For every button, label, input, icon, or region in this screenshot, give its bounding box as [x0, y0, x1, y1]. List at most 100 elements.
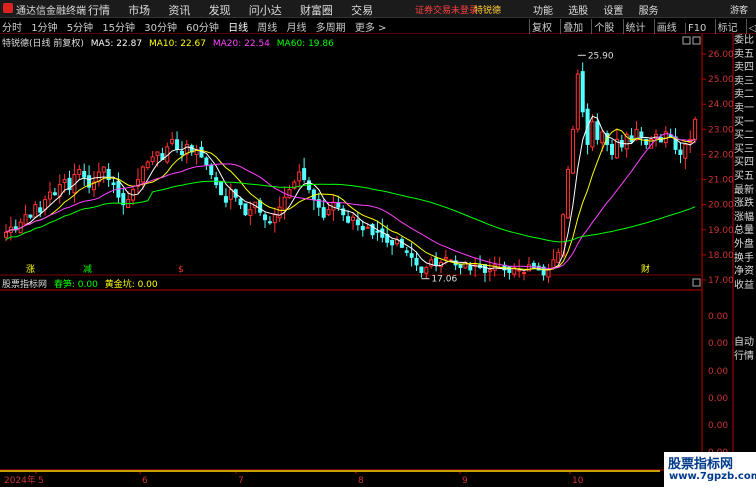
candle-body	[209, 165, 214, 176]
candle-body	[43, 199, 48, 210]
side-sell4: 卖四	[734, 62, 754, 74]
side-buy2: 买二	[734, 130, 754, 142]
candle-body	[111, 182, 116, 186]
quote-side-panel-2: 自动 行情	[734, 336, 756, 364]
indicator-tick-label: 0.00	[708, 312, 728, 322]
side-sell5: 卖五	[734, 48, 754, 60]
candle-body	[47, 191, 53, 200]
ma60-value: MA60: 19.86	[276, 39, 334, 49]
candle-body	[145, 161, 150, 169]
settings-icon	[692, 36, 701, 45]
chunsun-value: 春笋: 0.00	[53, 280, 98, 290]
price-tick-label: 20.00	[708, 201, 734, 211]
side-sell1: 卖一	[734, 102, 754, 114]
event-marker: $	[178, 265, 184, 275]
date-label: 9	[462, 476, 468, 486]
candle-body	[243, 203, 248, 216]
candle-body	[365, 226, 370, 229]
ma10-value: MA10: 22.67	[148, 39, 206, 49]
side-buy4: 买四	[734, 157, 754, 169]
price-tick-label: 22.00	[708, 150, 734, 160]
candle-body	[482, 264, 487, 273]
candle-body	[277, 206, 282, 219]
indicator-tick-label: 0.00	[708, 339, 728, 349]
candle-body	[179, 150, 184, 155]
candle-body	[639, 131, 644, 138]
side-turnover: 换手	[734, 252, 754, 264]
candle-body	[272, 214, 277, 224]
candle-body	[375, 230, 380, 233]
candle-body	[570, 128, 575, 174]
candle-body	[575, 73, 580, 130]
side-latest: 最新	[734, 184, 754, 196]
price-tick-label: 19.00	[708, 226, 734, 236]
side-change-pct: 涨幅	[734, 211, 754, 223]
candle-body	[693, 118, 698, 141]
price-tick-label: 25.00	[708, 75, 734, 85]
event-marker: 减	[83, 263, 92, 275]
candle-body	[551, 259, 556, 268]
side-buy1: 买一	[734, 116, 754, 128]
candle-body	[443, 256, 448, 260]
candle-body	[424, 266, 429, 274]
candle-body	[683, 143, 688, 159]
candle-body	[228, 189, 233, 200]
candle-body	[346, 216, 351, 223]
indicator-name[interactable]: 股票指标网	[2, 280, 47, 290]
candle-body	[321, 207, 326, 218]
site-watermark: 股票指标网 www.7gpzb.com	[664, 452, 756, 487]
indicator-settings-icon	[692, 278, 701, 287]
date-label: 2024年	[4, 474, 36, 486]
candle-body	[360, 225, 365, 231]
candle-body	[258, 200, 263, 213]
indicator-tick-label: 0.00	[708, 394, 728, 404]
candle-body	[600, 131, 605, 144]
candle-body	[282, 196, 287, 212]
candle-body	[248, 209, 253, 216]
candle-body	[546, 269, 551, 278]
candle-body	[28, 214, 33, 218]
candle-body	[678, 149, 683, 155]
candle-body	[595, 121, 600, 140]
side-sell3: 卖三	[734, 75, 754, 87]
candle-body	[287, 189, 292, 199]
candle-body	[101, 166, 106, 173]
candle-body	[267, 221, 272, 224]
date-label: 5	[38, 476, 44, 486]
candle-body	[390, 239, 395, 246]
candle-body	[590, 121, 595, 148]
candle-body	[150, 156, 155, 163]
candle-body	[302, 168, 307, 181]
side-volume: 总量	[734, 225, 754, 237]
event-marker: 财	[641, 263, 650, 275]
candle-body	[170, 138, 175, 144]
price-tick-label: 17.00	[708, 276, 734, 286]
candle-body	[409, 253, 414, 258]
price-tick-label: 26.00	[708, 50, 734, 60]
date-label: 10	[572, 476, 584, 486]
date-label: 7	[238, 476, 244, 486]
candle-body	[487, 269, 492, 273]
candle-body	[155, 151, 160, 157]
candle-body	[3, 231, 9, 238]
candle-body	[414, 257, 419, 266]
candle-body	[458, 263, 463, 268]
candle-body	[580, 71, 585, 113]
candle-body	[62, 179, 67, 183]
kline-chart[interactable]: 26.00 25.00 24.00 23.00 22.00 21.00 20.00 19.00…	[0, 0, 756, 487]
date-label: 6	[142, 476, 148, 486]
price-tick-label: 24.00	[708, 100, 734, 110]
ma20-line	[5, 133, 696, 270]
huangjinkang-value: 黄金坑: 0.00	[104, 280, 158, 290]
side-hangqing[interactable]: 行情	[734, 350, 756, 364]
ma10-line	[5, 128, 696, 271]
candle-body	[23, 214, 28, 225]
price-tick-label: 23.00	[708, 125, 734, 135]
candle-body	[434, 257, 439, 266]
candle-body	[297, 171, 302, 182]
candle-body	[82, 171, 87, 178]
candle-body	[404, 250, 409, 253]
watermark-url: www.7gpzb.com	[669, 471, 756, 482]
side-auto[interactable]: 自动	[734, 336, 756, 350]
candle-body	[140, 166, 145, 183]
